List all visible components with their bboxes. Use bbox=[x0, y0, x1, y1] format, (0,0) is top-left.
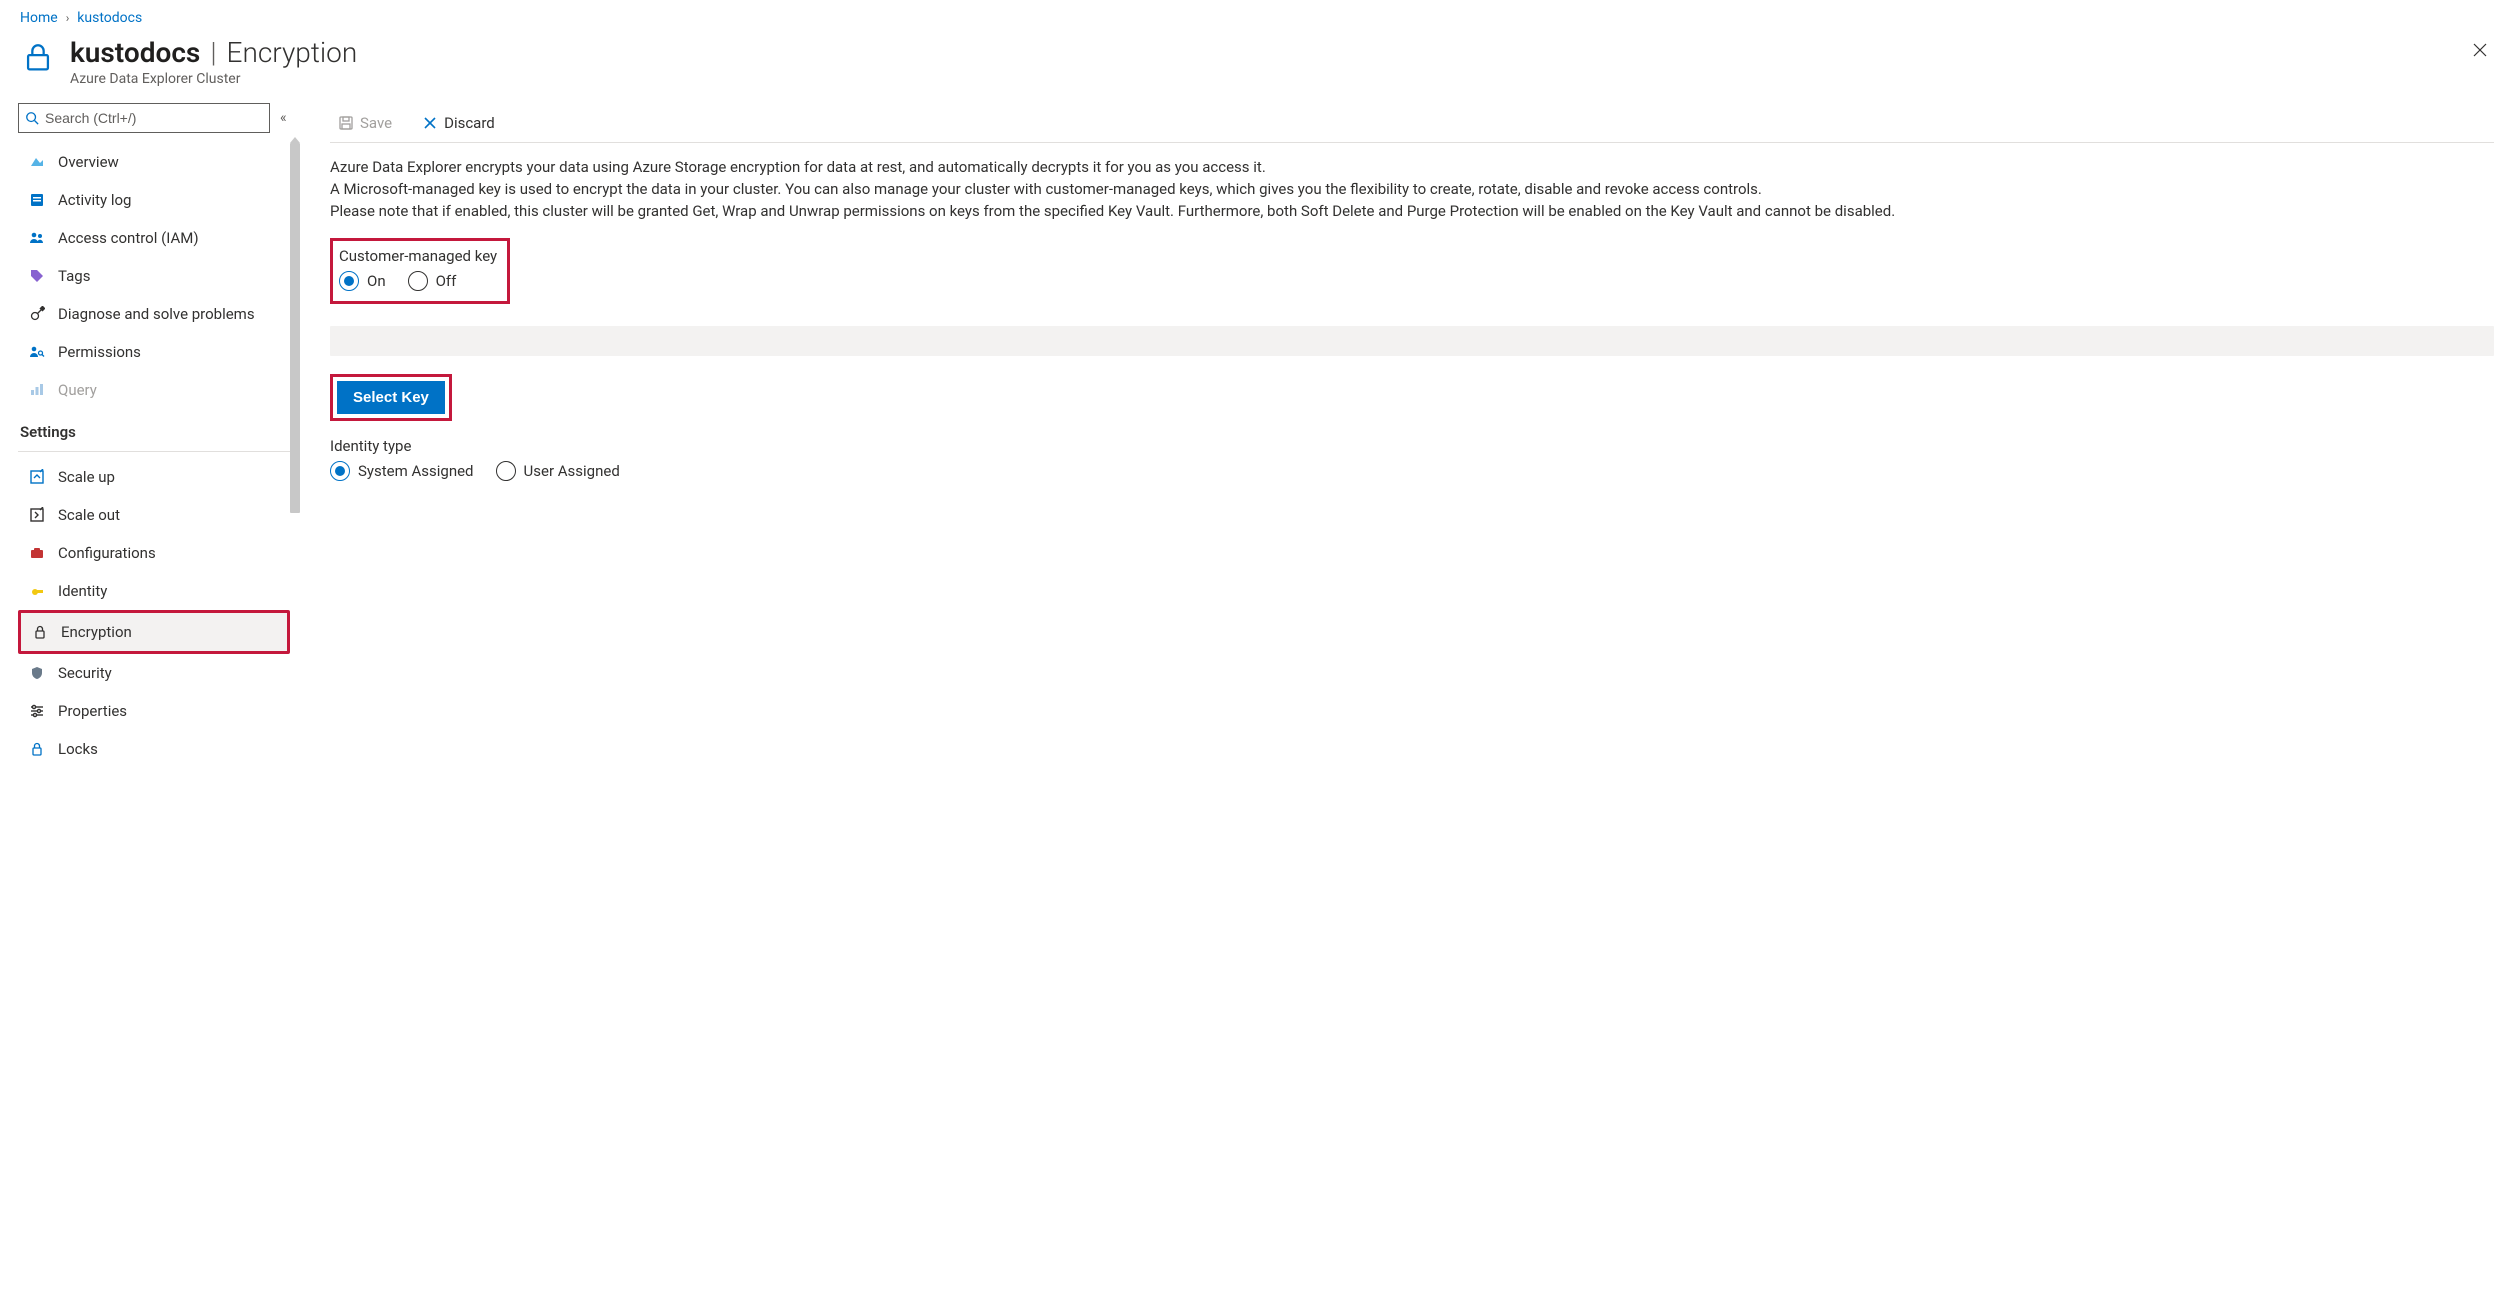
properties-icon bbox=[28, 702, 46, 720]
sidebar-item-overview[interactable]: Overview bbox=[18, 143, 290, 181]
description-line: Please note that if enabled, this cluste… bbox=[330, 201, 2494, 223]
sidebar-item-label: Scale up bbox=[58, 468, 115, 486]
discard-button[interactable]: Discard bbox=[414, 110, 503, 136]
security-icon bbox=[28, 664, 46, 682]
save-icon bbox=[338, 115, 354, 131]
radio-icon bbox=[330, 461, 350, 481]
sidebar-item-label: Permissions bbox=[58, 343, 141, 361]
sidebar-item-permissions[interactable]: Permissions bbox=[18, 333, 290, 371]
tag-icon bbox=[28, 267, 46, 285]
permissions-icon bbox=[28, 343, 46, 361]
sidebar-item-label: Scale out bbox=[58, 506, 120, 524]
breadcrumb-home[interactable]: Home bbox=[20, 10, 58, 26]
search-icon bbox=[25, 111, 39, 125]
save-button[interactable]: Save bbox=[330, 110, 400, 136]
title-section: Encryption bbox=[227, 36, 358, 69]
sidebar-item-scale-out[interactable]: Scale out bbox=[18, 496, 290, 534]
title-separator: | bbox=[210, 36, 216, 69]
sidebar-item-activity-log[interactable]: Activity log bbox=[18, 181, 290, 219]
sidebar-item-access-control[interactable]: Access control (IAM) bbox=[18, 219, 290, 257]
iam-icon bbox=[28, 229, 46, 247]
sidebar-item-query[interactable]: Query bbox=[18, 371, 290, 409]
identity-icon bbox=[28, 582, 46, 600]
search-input[interactable] bbox=[45, 110, 263, 126]
overview-icon bbox=[28, 153, 46, 171]
breadcrumb: Home › kustodocs bbox=[0, 0, 2514, 32]
sidebar-item-label: Properties bbox=[58, 702, 127, 720]
radio-label: On bbox=[367, 272, 386, 290]
lock-icon bbox=[20, 40, 56, 76]
diagnose-icon bbox=[28, 305, 46, 323]
sidebar-item-label: Access control (IAM) bbox=[58, 229, 199, 247]
close-button[interactable] bbox=[2466, 36, 2494, 64]
identity-type-group: Identity type System Assigned User Assig… bbox=[330, 437, 2494, 481]
radio-icon bbox=[496, 461, 516, 481]
sidebar-item-diagnose[interactable]: Diagnose and solve problems bbox=[18, 295, 290, 333]
discard-icon bbox=[422, 115, 438, 131]
radio-label: System Assigned bbox=[358, 462, 474, 480]
title-resource: kustodocs bbox=[70, 36, 200, 69]
configurations-icon bbox=[28, 544, 46, 562]
sidebar-item-label: Encryption bbox=[61, 623, 132, 641]
sidebar-item-encryption[interactable]: Encryption bbox=[21, 613, 287, 651]
sidebar-item-security[interactable]: Security bbox=[18, 654, 290, 692]
sidebar-section-settings: Settings bbox=[18, 409, 290, 447]
select-key-button[interactable]: Select Key bbox=[337, 381, 445, 414]
identity-type-label: Identity type bbox=[330, 437, 2494, 455]
sidebar-item-locks[interactable]: Locks bbox=[18, 730, 290, 768]
sidebar-item-label: Query bbox=[58, 381, 97, 399]
sidebar: « Overview Activity log bbox=[18, 103, 290, 768]
locks-icon bbox=[28, 740, 46, 758]
page-header: kustodocs | Encryption Azure Data Explor… bbox=[0, 32, 2514, 103]
main-content: Save Discard Azure Data Explorer encrypt… bbox=[290, 103, 2514, 768]
radio-label: Off bbox=[436, 272, 457, 290]
sidebar-item-properties[interactable]: Properties bbox=[18, 692, 290, 730]
customer-managed-key-group: Customer-managed key On Off bbox=[330, 238, 510, 304]
scale-out-icon bbox=[28, 506, 46, 524]
sidebar-item-label: Locks bbox=[58, 740, 98, 758]
chevron-right-icon: › bbox=[66, 11, 70, 25]
breadcrumb-resource[interactable]: kustodocs bbox=[77, 10, 142, 26]
activity-log-icon bbox=[28, 191, 46, 209]
sidebar-item-label: Overview bbox=[58, 153, 119, 171]
identity-radio-system[interactable]: System Assigned bbox=[330, 461, 474, 481]
sidebar-item-tags[interactable]: Tags bbox=[18, 257, 290, 295]
identity-radio-user[interactable]: User Assigned bbox=[496, 461, 620, 481]
description-line: A Microsoft-managed key is used to encry… bbox=[330, 179, 2494, 201]
radio-icon bbox=[339, 271, 359, 291]
info-band bbox=[330, 326, 2494, 356]
sidebar-item-label: Activity log bbox=[58, 191, 131, 209]
save-label: Save bbox=[360, 114, 392, 132]
description-text: Azure Data Explorer encrypts your data u… bbox=[330, 157, 2494, 222]
search-box[interactable] bbox=[18, 103, 270, 133]
cmk-radio-off[interactable]: Off bbox=[408, 271, 457, 291]
scale-up-icon bbox=[28, 468, 46, 486]
sidebar-item-label: Diagnose and solve problems bbox=[58, 305, 255, 323]
sidebar-item-label: Security bbox=[58, 664, 112, 682]
cmk-label: Customer-managed key bbox=[339, 247, 497, 265]
sidebar-item-label: Configurations bbox=[58, 544, 156, 562]
command-bar: Save Discard bbox=[330, 103, 2494, 143]
description-line: Azure Data Explorer encrypts your data u… bbox=[330, 157, 2494, 179]
sidebar-item-scale-up[interactable]: Scale up bbox=[18, 458, 290, 496]
radio-icon bbox=[408, 271, 428, 291]
query-icon bbox=[28, 381, 46, 399]
sidebar-item-identity[interactable]: Identity bbox=[18, 572, 290, 610]
collapse-sidebar-button[interactable]: « bbox=[280, 110, 287, 126]
cmk-radio-on[interactable]: On bbox=[339, 271, 386, 291]
encryption-icon bbox=[31, 623, 49, 641]
select-key-highlight: Select Key bbox=[330, 374, 452, 421]
page-title: kustodocs | Encryption bbox=[70, 36, 357, 69]
sidebar-item-label: Tags bbox=[58, 267, 90, 285]
divider bbox=[18, 451, 290, 452]
sidebar-item-label: Identity bbox=[58, 582, 107, 600]
radio-label: User Assigned bbox=[524, 462, 620, 480]
sidebar-item-configurations[interactable]: Configurations bbox=[18, 534, 290, 572]
discard-label: Discard bbox=[444, 114, 495, 132]
page-subtitle: Azure Data Explorer Cluster bbox=[70, 71, 357, 87]
